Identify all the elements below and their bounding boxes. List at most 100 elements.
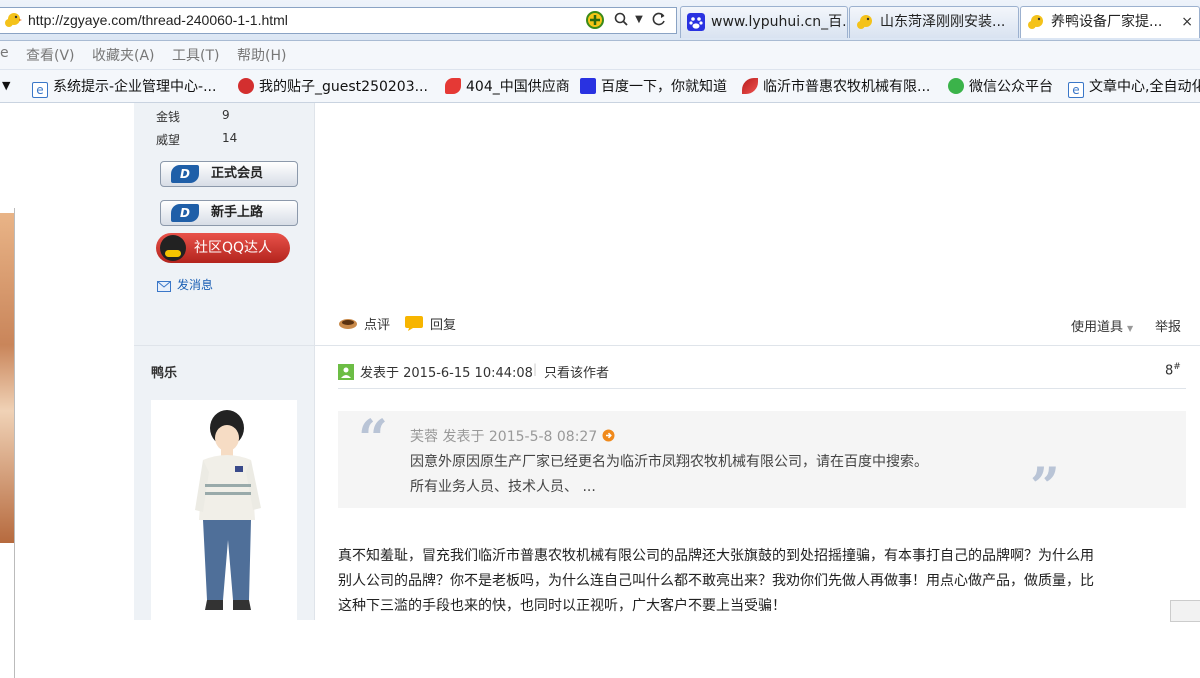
- ad-image: [0, 213, 14, 543]
- badge-label: 社区QQ达人: [194, 240, 273, 256]
- baidu-icon: [687, 13, 705, 31]
- left-floating-ad[interactable]: [0, 103, 15, 678]
- quote-line: 所有业务人员、技术人员、 ...: [410, 479, 596, 495]
- duck-favicon-icon: [1028, 15, 1043, 29]
- favorite-linyi-puhui[interactable]: 临沂市普惠农牧机械有限...: [742, 76, 930, 96]
- duck-favicon-icon: [5, 13, 22, 27]
- menu-item-fragment: e: [0, 45, 9, 61]
- jump-to-post-icon[interactable]: [602, 429, 615, 442]
- send-message-link[interactable]: 发消息: [157, 276, 213, 293]
- favorite-label: 文章中心,全自动化: [1089, 79, 1200, 95]
- tab-label: 山东菏泽刚刚安装...: [880, 14, 1006, 30]
- tab-shandong[interactable]: 山东菏泽刚刚安装...: [849, 6, 1019, 38]
- compat-view-icon[interactable]: [586, 11, 604, 29]
- chevron-down-icon: ▼: [1127, 324, 1134, 333]
- favorites-bar: ▼ e 系统提示-企业管理中心-... 我的贴子_guest250203... 4…: [0, 70, 1200, 103]
- badge-label: 正式会员: [211, 166, 264, 181]
- quote-header: 芙蓉 发表于 2015-5-8 08:27: [410, 426, 615, 446]
- refresh-icon[interactable]: [650, 11, 668, 29]
- stat-label-prestige: 威望: [156, 133, 181, 147]
- post-separator: [134, 345, 1200, 346]
- menu-item-help[interactable]: 帮助(H): [237, 45, 286, 65]
- search-icon[interactable]: [612, 11, 630, 29]
- qq-expert-badge: 社区QQ达人: [156, 233, 290, 263]
- url-field[interactable]: http://zgyaye.com/thread-240060-1-1.html…: [0, 7, 677, 34]
- menu-bar: e 查看(V) 收藏夹(A) 工具(T) 帮助(H): [0, 41, 1200, 70]
- column-divider: [314, 103, 315, 620]
- stat-value-money: 9: [222, 108, 230, 122]
- menu-item-view[interactable]: 查看(V): [26, 45, 75, 65]
- ie-icon: e: [1068, 82, 1084, 98]
- rate-button[interactable]: 点评: [338, 314, 390, 333]
- tab-lypuhui[interactable]: www.lypuhui.cn_百...: [680, 6, 848, 38]
- post-body-line: 别人公司的品牌？你不是老板吗，为什么连自己叫什么都不敢亮出来？我劝你们先做人再做…: [338, 573, 1094, 589]
- author-username[interactable]: 鸭乐: [151, 362, 177, 381]
- online-status-icon: [338, 364, 354, 380]
- browser-address-bar: http://zgyaye.com/thread-240060-1-1.html…: [0, 0, 1200, 41]
- only-author-link[interactable]: 只看该作者: [544, 362, 609, 381]
- reply-label: 回复: [430, 318, 457, 333]
- member-badge-formal: D 正式会员: [160, 161, 298, 187]
- tab-yangya-active[interactable]: 养鸭设备厂家提... ×: [1020, 6, 1200, 38]
- post-body-line: 真不知羞耻，冒充我们临沂市普惠农牧机械有限公司的品牌还大张旗鼓的到处招摇撞骗，有…: [338, 548, 1094, 564]
- stat-label-money: 金钱: [156, 110, 181, 124]
- favorite-label: 百度一下，你就知道: [601, 79, 727, 95]
- menu-item-favorites[interactable]: 收藏夹(A): [92, 45, 155, 65]
- favorite-baidu[interactable]: 百度一下，你就知道: [580, 76, 727, 96]
- envelope-icon: [157, 281, 171, 292]
- stat-value-prestige: 14: [222, 131, 238, 145]
- member-badge-newbie: D 新手上路: [160, 200, 298, 226]
- posted-at-text: 发表于 2015-6-15 10:44:08: [360, 366, 533, 381]
- close-icon[interactable]: ×: [1181, 7, 1193, 37]
- ie-icon: e: [32, 82, 48, 98]
- favorite-label: 微信公众平台: [969, 79, 1053, 95]
- floor-number[interactable]: 8#: [1165, 362, 1181, 378]
- red-feather-icon: [742, 78, 758, 94]
- speech-bubble-icon: [405, 316, 423, 331]
- favorite-label: 我的贴子_guest250203...: [259, 79, 428, 95]
- send-message-label: 发消息: [177, 278, 214, 292]
- cartoon-avatar-icon: [195, 410, 261, 610]
- quote-line: 因意外原因原生产厂家已经更名为临沂市凤翔农牧机械有限公司，请在百度中搜索。: [410, 454, 928, 470]
- coffee-cup-icon: [339, 319, 357, 329]
- rate-label: 点评: [364, 318, 391, 333]
- duck-favicon-icon: [857, 15, 872, 29]
- tab-label: 养鸭设备厂家提...: [1051, 14, 1163, 30]
- dropdown-arrow-icon[interactable]: ▼: [630, 14, 648, 32]
- avatar[interactable]: [151, 400, 297, 620]
- favorites-dropdown-arrow-icon[interactable]: ▼: [2, 79, 10, 99]
- favorite-label: 临沂市普惠农牧机械有限...: [763, 79, 931, 95]
- post-body-line: 这种下三滥的手段也来的快，也同时以正视听，广大客户不要上当受骗！: [338, 598, 786, 614]
- menu-item-tools[interactable]: 工具(T): [172, 45, 219, 65]
- d-logo-icon: D: [171, 204, 199, 222]
- url-text: http://zgyaye.com/thread-240060-1-1.html: [28, 12, 288, 28]
- qq-penguin-icon: [160, 235, 186, 261]
- quoted-post: “ ” 芙蓉 发表于 2015-5-8 08:27 因意外原因原生产厂家已经更名…: [338, 409, 1186, 518]
- floor-mark: #: [1173, 362, 1181, 372]
- baidu-icon: [580, 78, 596, 94]
- favorite-404-supplier[interactable]: 404_中国供应商: [445, 76, 570, 96]
- tab-label: www.lypuhui.cn_百...: [711, 14, 848, 30]
- reply-button[interactable]: 回复: [404, 314, 456, 333]
- use-tool-button[interactable]: 使用道具 ▼: [1071, 316, 1133, 335]
- favorite-my-posts[interactable]: 我的贴子_guest250203...: [238, 76, 428, 96]
- red-logo-icon: [238, 78, 254, 94]
- red-logo-icon: [445, 78, 461, 94]
- use-tool-label: 使用道具: [1071, 320, 1124, 335]
- favorite-system-notice[interactable]: e 系统提示-企业管理中心-...: [32, 76, 217, 98]
- separator-pipe: |: [533, 362, 538, 376]
- header-separator: [338, 388, 1186, 389]
- close-quote-icon: ”: [1030, 457, 1060, 518]
- favorite-wechat[interactable]: 微信公众平台: [948, 76, 1053, 96]
- quote-header-text: 芙蓉 发表于 2015-5-8 08:27: [410, 429, 598, 445]
- d-logo-icon: D: [171, 165, 199, 183]
- favorite-label: 系统提示-企业管理中心-...: [53, 79, 217, 95]
- open-quote-icon: “: [358, 409, 388, 470]
- favorite-article-center[interactable]: e 文章中心,全自动化: [1068, 76, 1200, 98]
- favorite-label: 404_中国供应商: [466, 79, 570, 95]
- report-link[interactable]: 举报: [1155, 316, 1181, 335]
- floating-widget[interactable]: [1170, 600, 1200, 622]
- wechat-icon: [948, 78, 964, 94]
- badge-label: 新手上路: [211, 205, 264, 220]
- post-timestamp: 发表于 2015-6-15 10:44:08: [338, 362, 533, 381]
